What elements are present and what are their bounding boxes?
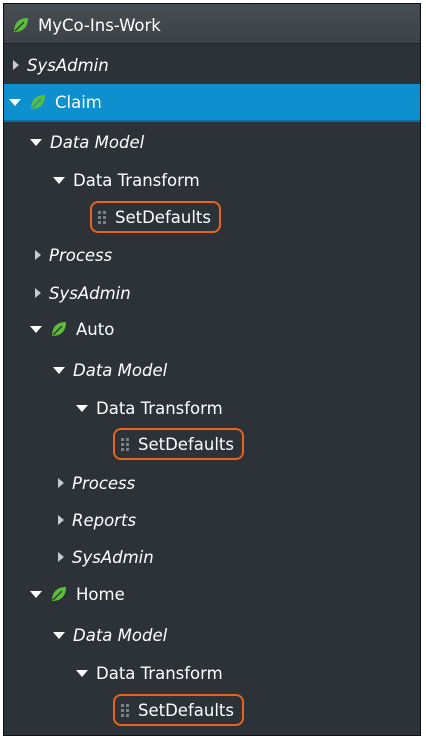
tree-node-label: Claim xyxy=(55,92,102,112)
chevron-right-icon[interactable] xyxy=(58,552,64,562)
tree-node-data-transform[interactable]: Data Transform xyxy=(4,655,420,691)
tree-node-label: Data Transform xyxy=(96,663,223,683)
navigation-tree-panel: MyCo-Ins-Work SysAdmin Claim Data Model … xyxy=(3,3,421,736)
chevron-down-icon[interactable] xyxy=(30,325,42,333)
rule-item-label: SetDefaults xyxy=(138,700,234,720)
tree-node-label: Home xyxy=(76,584,125,604)
chevron-down-icon[interactable] xyxy=(53,366,65,374)
tree-node-data-transform[interactable]: Data Transform xyxy=(4,390,420,426)
tree-node-label: Data Model xyxy=(50,132,145,152)
chevron-down-icon[interactable] xyxy=(9,98,21,106)
tree-node-data-model[interactable]: Data Model xyxy=(4,124,420,160)
tree-node-label: SysAdmin xyxy=(27,55,109,75)
tree-node-data-model[interactable]: Data Model xyxy=(4,352,420,388)
tree-node-label: Process xyxy=(49,245,113,265)
tree-node-data-model[interactable]: Data Model xyxy=(4,617,420,653)
rule-item-label: SetDefaults xyxy=(115,207,211,227)
tree-node-label: SysAdmin xyxy=(72,547,154,567)
chevron-down-icon[interactable] xyxy=(76,669,88,677)
rule-item-setdefaults[interactable]: SetDefaults xyxy=(113,694,244,726)
tree-node-process[interactable]: Process xyxy=(4,237,420,273)
tree-node-label: Data Model xyxy=(73,360,168,380)
drag-handle-icon[interactable] xyxy=(121,437,129,451)
tree-node-label: Process xyxy=(72,473,136,493)
chevron-right-icon[interactable] xyxy=(58,478,64,488)
tree-node-label: Reports xyxy=(72,510,137,530)
tree-node-reports[interactable]: Reports xyxy=(4,502,420,538)
tree-node-label: Data Transform xyxy=(73,170,200,190)
leaf-icon xyxy=(29,93,47,111)
chevron-down-icon[interactable] xyxy=(76,404,88,412)
chevron-right-icon[interactable] xyxy=(35,250,41,260)
leaf-icon xyxy=(50,320,68,338)
tree-node-label: Data Transform xyxy=(96,398,223,418)
chevron-down-icon[interactable] xyxy=(53,176,65,184)
tree-node-claim[interactable]: Claim xyxy=(4,84,420,120)
rule-item-setdefaults[interactable]: SetDefaults xyxy=(90,201,221,233)
chevron-right-icon[interactable] xyxy=(58,515,64,525)
drag-handle-icon[interactable] xyxy=(121,703,129,717)
tree-node-label: Auto xyxy=(76,319,115,339)
chevron-down-icon[interactable] xyxy=(30,138,42,146)
chevron-right-icon[interactable] xyxy=(35,288,41,298)
leaf-icon xyxy=(12,16,30,34)
tree-node-label: SysAdmin xyxy=(49,283,131,303)
tree-node-process[interactable]: Process xyxy=(4,465,420,501)
tree-node-home[interactable]: Home xyxy=(4,576,420,612)
drag-handle-icon[interactable] xyxy=(98,210,106,224)
tree-root-label: MyCo-Ins-Work xyxy=(38,15,161,35)
tree-node-sysadmin[interactable]: SysAdmin xyxy=(4,47,420,83)
leaf-icon xyxy=(50,585,68,603)
rule-item-setdefaults[interactable]: SetDefaults xyxy=(113,428,244,460)
tree-root-myco-ins-work[interactable]: MyCo-Ins-Work xyxy=(4,7,420,43)
tree-node-label: Data Model xyxy=(73,625,168,645)
tree-node-data-transform[interactable]: Data Transform xyxy=(4,162,420,198)
tree-node-auto[interactable]: Auto xyxy=(4,311,420,347)
chevron-down-icon[interactable] xyxy=(53,631,65,639)
tree-node-sysadmin[interactable]: SysAdmin xyxy=(4,539,420,575)
tree-node-sysadmin[interactable]: SysAdmin xyxy=(4,275,420,311)
rule-item-label: SetDefaults xyxy=(138,434,234,454)
chevron-down-icon[interactable] xyxy=(30,590,42,598)
chevron-right-icon[interactable] xyxy=(13,60,19,70)
